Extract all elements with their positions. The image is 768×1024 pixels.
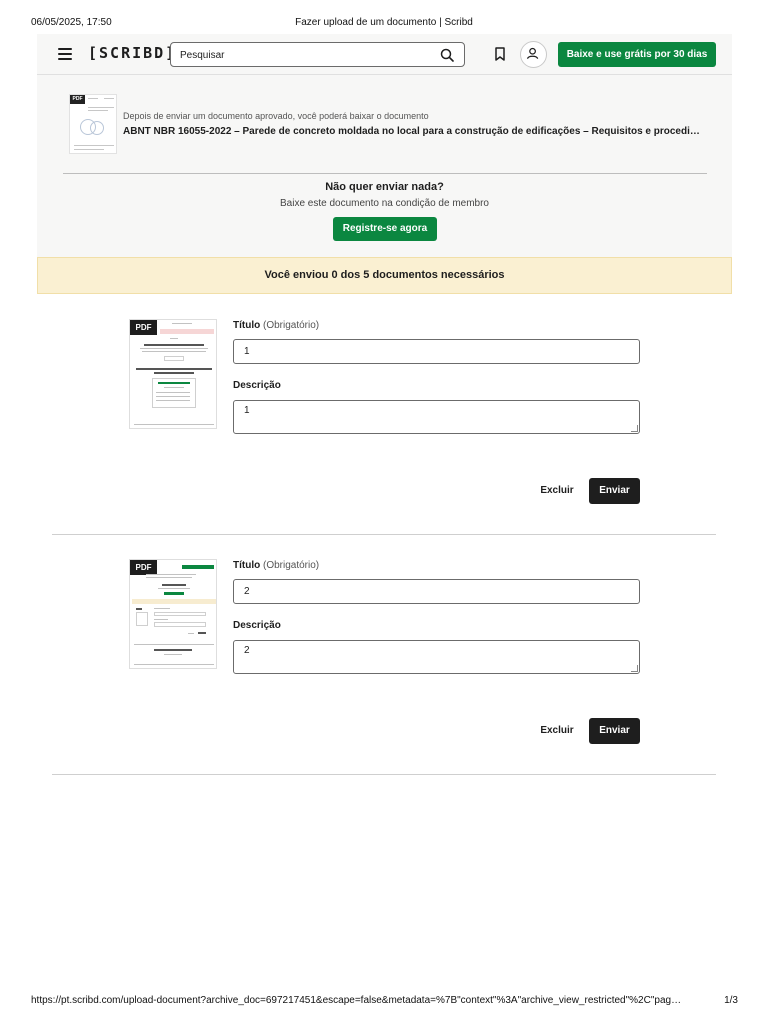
pdf-badge: PDF [130, 320, 157, 335]
print-page-title: Fazer upload de um documento | Scribd [295, 17, 473, 28]
search-box [170, 42, 465, 67]
description-input[interactable]: 2 [233, 640, 640, 674]
pdf-badge: PDF [130, 560, 157, 575]
delete-button[interactable]: Excluir [531, 478, 583, 503]
print-page-number: 1/3 [724, 995, 738, 1006]
user-icon [526, 47, 539, 59]
document-thumbnail: PDF [69, 94, 117, 154]
upload-item: PDF Título (Obrigatório) Descrição 2 Exc… [52, 535, 716, 775]
description-field-label: Descrição [233, 380, 281, 391]
title-input[interactable] [233, 339, 640, 364]
upload-progress-notice: Você enviou 0 dos 5 documentos necessári… [37, 257, 732, 294]
resize-handle-icon[interactable] [631, 425, 638, 432]
document-title[interactable]: ABNT NBR 16055-2022 – Parede de concreto… [123, 126, 703, 137]
title-input[interactable] [233, 579, 640, 604]
download-note: Depois de enviar um documento aprovado, … [123, 111, 429, 121]
no-send-subtitle: Baixe este documento na condição de memb… [279, 198, 489, 209]
profile-button[interactable] [520, 41, 547, 68]
bookmark-icon[interactable] [494, 47, 506, 61]
top-navigation: [SCRIBD] Baixe e use grátis por 30 dias [37, 34, 732, 75]
divider [63, 173, 707, 174]
upload-thumbnail: PDF [129, 559, 217, 669]
required-hint: (Obrigatório) [263, 560, 320, 571]
print-footer: https://pt.scribd.com/upload-document?ar… [31, 995, 738, 1009]
required-hint: (Obrigatório) [263, 320, 320, 331]
free-trial-button[interactable]: Baixe e use grátis por 30 dias [558, 42, 716, 67]
title-field-label: Título (Obrigatório) [233, 320, 319, 331]
search-icon[interactable] [440, 48, 454, 62]
search-input[interactable] [180, 47, 430, 63]
send-button[interactable]: Enviar [589, 718, 640, 744]
upload-thumbnail: PDF [129, 319, 217, 429]
resize-handle-icon[interactable] [631, 665, 638, 672]
register-button[interactable]: Registre-se agora [333, 217, 437, 241]
title-label-text: Título [233, 560, 261, 571]
description-input[interactable]: 1 [233, 400, 640, 434]
description-field-label: Descrição [233, 620, 281, 631]
send-button[interactable]: Enviar [589, 478, 640, 504]
upload-item: PDF Título (Obrigatório) Descrição 1 Exc… [52, 295, 716, 535]
print-url: https://pt.scribd.com/upload-document?ar… [31, 995, 682, 1006]
delete-button[interactable]: Excluir [531, 718, 583, 743]
document-info-panel: PDF Depois de enviar um documento aprova… [37, 75, 732, 257]
no-send-heading: Não quer enviar nada? [325, 181, 444, 193]
pdf-badge: PDF [70, 95, 85, 104]
menu-icon[interactable] [58, 48, 72, 60]
print-header: 06/05/2025, 17:50 Fazer upload de um doc… [0, 17, 768, 31]
scribd-logo[interactable]: [SCRIBD] [88, 44, 176, 62]
title-field-label: Título (Obrigatório) [233, 560, 319, 571]
title-label-text: Título [233, 320, 261, 331]
